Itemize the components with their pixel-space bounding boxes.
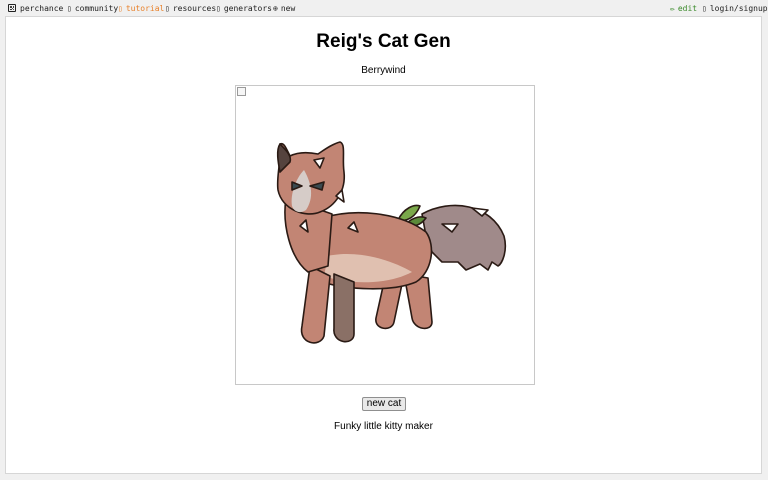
nav-community[interactable]: ▯ community bbox=[67, 3, 118, 14]
book-icon: ▯ bbox=[118, 4, 123, 13]
nav-new[interactable]: ⊕ new bbox=[273, 3, 295, 14]
nav-resources[interactable]: ▯ resources bbox=[165, 3, 216, 14]
plus-circle-icon: ⊕ bbox=[273, 4, 278, 13]
nav-login-label: login/signup bbox=[709, 4, 768, 13]
nav-login[interactable]: ▯ login/signup bbox=[702, 3, 768, 14]
cat-illustration bbox=[276, 141, 507, 344]
nav-tutorial-label: tutorial bbox=[125, 4, 165, 13]
nav-generators-label: generators bbox=[223, 4, 272, 13]
nav-resources-label: resources bbox=[172, 4, 217, 13]
nav-new-label: new bbox=[280, 4, 296, 13]
nav-generators[interactable]: ▯ generators bbox=[216, 3, 272, 14]
nav-tutorial[interactable]: ▯ tutorial bbox=[118, 3, 164, 14]
nav-edit[interactable]: ✏ edit bbox=[670, 3, 697, 14]
generator-output-panel: Reig's Cat Gen Berrywind new cat Funky l… bbox=[5, 16, 762, 474]
caption-text: Funky little kitty maker bbox=[334, 421, 433, 432]
user-icon: ▯ bbox=[702, 4, 707, 13]
nav-home-logo[interactable]: perchance bbox=[8, 3, 63, 14]
chat-icon: ▯ bbox=[67, 4, 72, 13]
nav-edit-label: edit bbox=[677, 4, 698, 13]
broken-image-icon bbox=[237, 87, 246, 96]
box-icon: ▯ bbox=[165, 4, 170, 13]
new-cat-button[interactable]: new cat bbox=[362, 397, 406, 411]
top-nav-bar: perchance ▯ community ▯ tutorial ▯ resource… bbox=[0, 0, 768, 16]
nav-community-label: community bbox=[74, 4, 119, 13]
nav-logo-label: perchance bbox=[20, 4, 64, 13]
cat-name-text: Berrywind bbox=[361, 65, 406, 76]
dice-icon bbox=[8, 4, 16, 12]
page-title: Reig's Cat Gen bbox=[316, 31, 451, 52]
pencil-icon: ✏ bbox=[670, 4, 675, 13]
list-icon: ▯ bbox=[216, 4, 221, 13]
cat-image bbox=[235, 85, 535, 385]
